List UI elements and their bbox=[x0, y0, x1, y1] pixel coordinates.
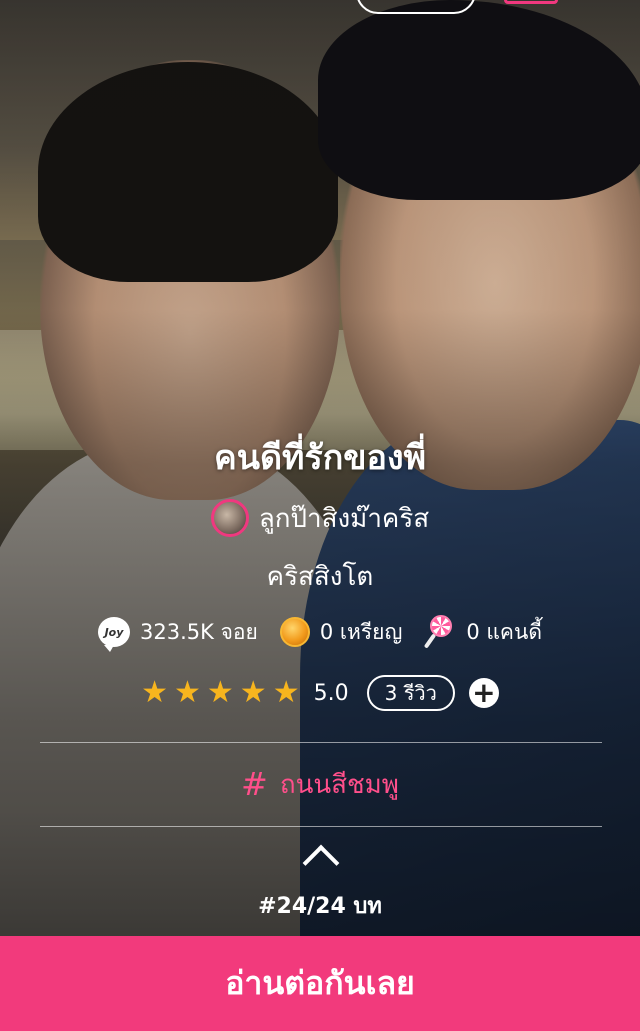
star-icon: ★ bbox=[141, 675, 168, 710]
chapter-count: #24/24 บท bbox=[258, 894, 382, 919]
coin-stat: 0 เหรียญ bbox=[279, 616, 403, 649]
joy-count: 323.5K จอย bbox=[140, 619, 258, 644]
star-icon: ★ bbox=[272, 675, 300, 710]
hash-icon: # bbox=[241, 765, 268, 803]
avatar[interactable] bbox=[210, 499, 249, 537]
joy-stat: Joy 323.5K จอย bbox=[98, 616, 258, 652]
stats-row: Joy 323.5K จอย 0 เหรียญ 0 แคนดี้ bbox=[0, 614, 640, 652]
candy-icon bbox=[424, 615, 456, 649]
coin-icon bbox=[279, 617, 310, 647]
reviews-button[interactable]: 3 รีวิว bbox=[366, 675, 455, 711]
top-pill-button[interactable] bbox=[356, 0, 476, 14]
coin-count: 0 เหรียญ bbox=[319, 619, 403, 644]
tag-link[interactable]: # ถนนสีชมพู bbox=[0, 760, 640, 808]
candy-count: 0 แคนดี้ bbox=[466, 619, 542, 644]
story-title: คนดีที่รักของพี่ bbox=[213, 438, 426, 478]
author-row[interactable]: ลูกป๊าสิงม๊าคริส bbox=[0, 496, 640, 540]
tag-label: ถนนสีชมพู bbox=[279, 769, 399, 800]
continue-reading-button[interactable]: อ่านต่อกันเลย bbox=[0, 936, 640, 1031]
star-icon: ★ bbox=[239, 675, 267, 710]
star-rating: ★ ★ ★ ★ ★ bbox=[141, 678, 300, 708]
plus-icon[interactable]: + bbox=[468, 678, 499, 708]
candy-stat: 0 แคนดี้ bbox=[424, 615, 542, 649]
story-subtitle: คริสสิงโต bbox=[266, 562, 374, 592]
top-box-button[interactable] bbox=[504, 0, 558, 4]
divider bbox=[40, 742, 602, 743]
star-icon: ★ bbox=[206, 675, 234, 710]
author-name[interactable]: ลูกป๊าสิงม๊าคริส bbox=[259, 498, 429, 539]
star-icon: ★ bbox=[173, 675, 201, 710]
rating-score: 5.0 bbox=[313, 680, 349, 706]
rating-row: ★ ★ ★ ★ ★ 5.0 3 รีวิว + bbox=[0, 672, 640, 714]
joy-icon: Joy bbox=[98, 617, 131, 652]
divider bbox=[40, 826, 602, 827]
